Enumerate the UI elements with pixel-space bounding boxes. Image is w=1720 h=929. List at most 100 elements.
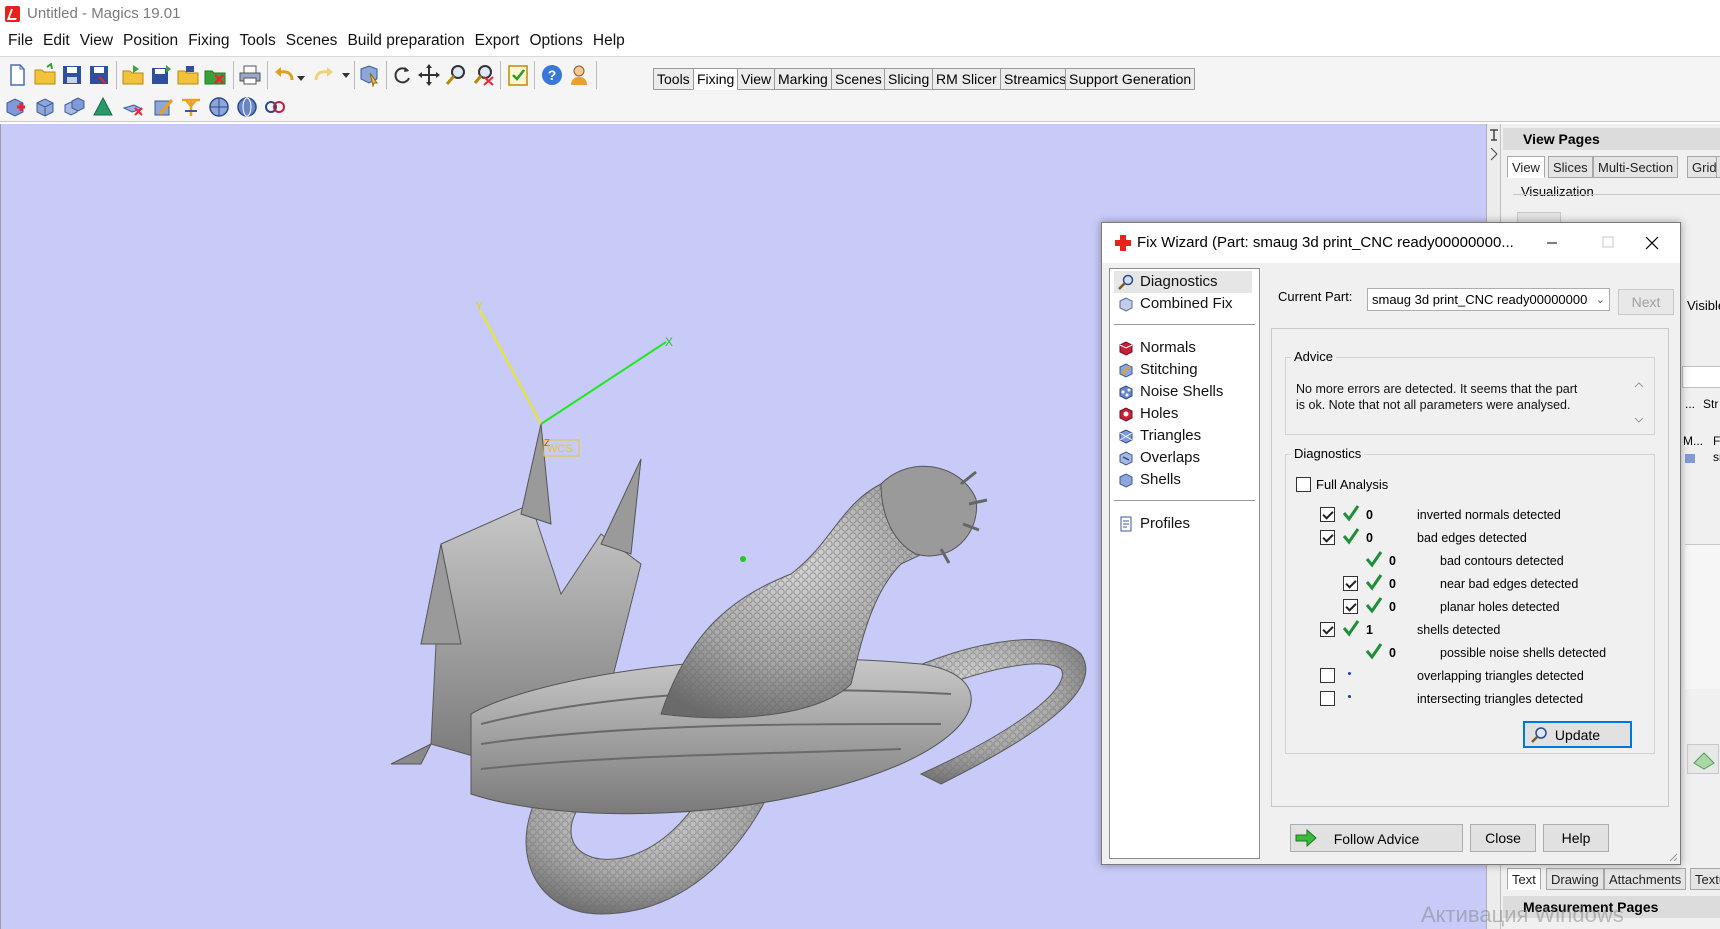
rp-tab-texture[interactable]: Textu (1690, 868, 1720, 890)
new-file-icon[interactable] (5, 63, 29, 87)
parts-list-area[interactable] (1685, 544, 1720, 689)
menu-fixing[interactable]: Fixing (183, 30, 234, 54)
fix-wizard-icon[interactable] (4, 96, 26, 118)
nav-diagnostics[interactable]: Diagnostics (1114, 271, 1252, 293)
minimize-button[interactable] (1524, 223, 1580, 263)
unload-part-icon[interactable] (203, 63, 227, 87)
hole-fill-icon[interactable] (180, 96, 202, 118)
full-analysis-checkbox[interactable] (1296, 477, 1311, 492)
menu-edit[interactable]: Edit (38, 30, 75, 54)
open-project-icon[interactable] (176, 63, 200, 87)
menu-scenes[interactable]: Scenes (281, 30, 343, 54)
menu-options[interactable]: Options (524, 30, 587, 54)
pin-icon[interactable] (1487, 126, 1501, 166)
menu-view[interactable]: View (75, 30, 118, 54)
toolbar-tab-slicing[interactable]: Slicing (884, 68, 934, 90)
nav-triangles[interactable]: Triangles (1114, 425, 1252, 447)
pan-view-icon[interactable] (417, 63, 441, 87)
help-icon[interactable]: ? (540, 63, 564, 87)
diagnostic-label: near bad edges detected (1440, 577, 1579, 591)
menu-build-preparation[interactable]: Build preparation (342, 30, 469, 54)
save-as-icon[interactable] (87, 63, 111, 87)
rp-tab-drawing[interactable]: Drawing (1546, 868, 1604, 890)
toolbar-tab-fixing[interactable]: Fixing (693, 68, 739, 90)
advice-scroll-arrows-icon[interactable] (1632, 378, 1646, 428)
toolbar-tab-streamics[interactable]: Streamics (1000, 68, 1071, 90)
normals-tool-icon[interactable] (34, 96, 56, 118)
wrap-tool-icon[interactable] (236, 96, 258, 118)
menu-file[interactable]: File (3, 30, 38, 54)
redo-icon[interactable] (312, 63, 336, 87)
menu-help[interactable]: Help (588, 30, 630, 54)
diagnostic-checkbox[interactable] (1320, 530, 1335, 545)
resize-grip-icon[interactable] (1668, 852, 1678, 862)
nav-holes[interactable]: Holes (1114, 403, 1252, 425)
nav-shells[interactable]: Shells (1114, 469, 1252, 491)
menu-position[interactable]: Position (118, 30, 183, 54)
merge-tool-icon[interactable] (264, 96, 286, 118)
rp-tab-view[interactable]: View (1507, 156, 1545, 178)
close-window-button[interactable] (1624, 223, 1680, 263)
diagnostic-label: planar holes detected (1440, 600, 1560, 614)
menu-export[interactable]: Export (470, 30, 525, 54)
toolbar-tab-rm-slicer[interactable]: RM Slicer (932, 68, 1001, 90)
current-part-select[interactable]: smaug 3d print_CNC ready00000000 ⌄ (1367, 288, 1610, 311)
undo-icon[interactable] (272, 63, 296, 87)
next-button[interactable]: Next (1618, 289, 1674, 315)
stitch-tool-icon[interactable] (152, 96, 174, 118)
triangles-tool-icon[interactable] (92, 96, 114, 118)
rp-tab-slices[interactable]: Slices (1548, 156, 1593, 178)
assistant-icon[interactable] (567, 63, 591, 87)
import-part-icon[interactable] (121, 63, 145, 87)
verify-part-icon[interactable] (506, 63, 530, 87)
minimize-icon (1547, 242, 1557, 244)
shells-tool-icon[interactable] (63, 96, 85, 118)
zoom-icon[interactable] (444, 63, 468, 87)
parts-col-m: M... (1683, 434, 1703, 448)
toolbar-tab-support-generation[interactable]: Support Generation (1065, 68, 1196, 90)
nav-profiles[interactable]: Profiles (1114, 513, 1252, 535)
print-icon[interactable] (238, 63, 262, 87)
close-button[interactable]: Close (1470, 824, 1536, 852)
select-part-icon[interactable] (358, 63, 382, 88)
x-axis-line (540, 341, 667, 425)
update-button[interactable]: Update (1523, 721, 1632, 748)
nav-overlaps[interactable]: Overlaps (1114, 447, 1252, 469)
rp-tab-attachments[interactable]: Attachments (1604, 868, 1687, 890)
save-icon[interactable] (60, 63, 84, 87)
open-folder-icon[interactable] (33, 62, 57, 87)
parts-col-f: F (1713, 434, 1720, 448)
diagnostic-count: 0 (1389, 646, 1396, 660)
zoom-window-icon[interactable] (472, 63, 496, 87)
follow-advice-button[interactable]: Follow Advice (1290, 824, 1463, 852)
undo-dropdown-icon[interactable] (296, 70, 306, 81)
diagnostic-checkbox[interactable] (1343, 576, 1358, 591)
profiles-icon (1120, 516, 1132, 532)
diagnostic-checkbox[interactable] (1343, 599, 1358, 614)
nav-normals[interactable]: Normals (1114, 337, 1252, 359)
fix-wizard-titlebar[interactable]: Fix Wizard (Part: smaug 3d print_CNC rea… (1102, 223, 1680, 263)
nav-noise-shells[interactable]: Noise Shells (1114, 381, 1252, 403)
remove-triangles-icon[interactable] (122, 96, 144, 118)
rp-tab-multi-section[interactable]: Multi-Section (1593, 156, 1679, 178)
diagnostic-checkbox[interactable] (1320, 668, 1335, 683)
redo-dropdown-icon[interactable] (340, 63, 352, 87)
diagnostic-checkbox[interactable] (1320, 622, 1335, 637)
help-button[interactable]: Help (1543, 824, 1609, 852)
diagnostic-checkbox[interactable] (1320, 691, 1335, 706)
part-thumbnail[interactable] (1687, 744, 1719, 774)
section-tool-icon[interactable] (208, 96, 230, 118)
toolbar-tab-tools[interactable]: Tools (653, 68, 694, 90)
rotate-view-icon[interactable] (390, 63, 414, 87)
chevron-down-icon: ⌄ (1595, 294, 1605, 306)
toolbar-tab-scenes[interactable]: Scenes (831, 68, 886, 90)
rp-tab-more[interactable]: S (1716, 156, 1720, 178)
toolbar-tab-view[interactable]: View (737, 68, 776, 90)
rp-tab-text[interactable]: Text (1507, 868, 1541, 890)
diagnostic-checkbox[interactable] (1320, 507, 1335, 522)
save-part-icon[interactable] (149, 63, 173, 87)
nav-stitching[interactable]: Stitching (1114, 359, 1252, 381)
menu-tools[interactable]: Tools (235, 30, 281, 54)
nav-combined-fix[interactable]: Combined Fix (1114, 293, 1252, 315)
toolbar-tab-marking[interactable]: Marking (774, 68, 832, 90)
